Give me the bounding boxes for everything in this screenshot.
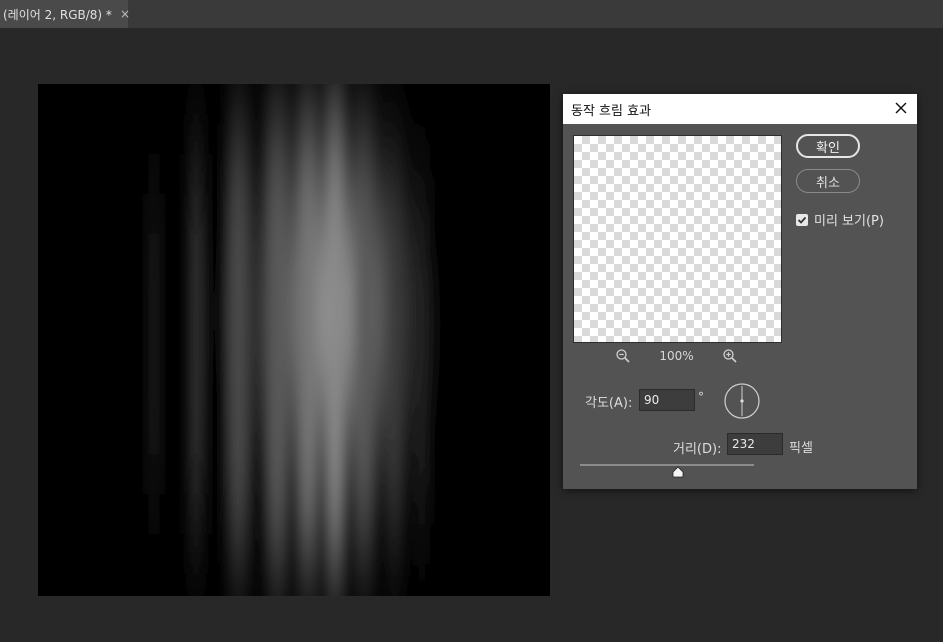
- motion-blur-dialog: 동작 흐림 효과 100% 확인 취소 미리 보기(P) 각도(A): °: [563, 94, 917, 489]
- close-icon[interactable]: [893, 100, 909, 116]
- distance-unit: 픽셀: [789, 441, 813, 456]
- preview-checkbox[interactable]: [796, 213, 808, 226]
- distance-label: 거리(D):: [673, 442, 722, 457]
- distance-slider-track[interactable]: [580, 464, 754, 466]
- preview-area[interactable]: [573, 135, 782, 343]
- angle-input[interactable]: [639, 389, 695, 411]
- angle-label: 각도(A):: [585, 396, 633, 411]
- motion-blur-image: [38, 84, 550, 596]
- slider-thumb-icon[interactable]: [672, 466, 684, 478]
- zoom-out-icon[interactable]: [615, 348, 631, 364]
- image-canvas[interactable]: [38, 84, 550, 596]
- zoom-in-icon[interactable]: [722, 348, 738, 364]
- preview-toggle[interactable]: 미리 보기(P): [796, 210, 884, 229]
- document-tab-bar: (레이어 2, RGB/8) * ×: [0, 0, 943, 28]
- distance-input[interactable]: [727, 433, 783, 455]
- document-tab-title: (레이어 2, RGB/8) *: [3, 7, 112, 22]
- cancel-button[interactable]: 취소: [796, 169, 860, 193]
- ok-button[interactable]: 확인: [796, 134, 860, 158]
- blur-streaks: [148, 104, 440, 574]
- tab-close-icon[interactable]: ×: [120, 7, 130, 21]
- angle-dial-icon[interactable]: [723, 382, 761, 420]
- zoom-level: 100%: [659, 349, 694, 363]
- document-tab[interactable]: (레이어 2, RGB/8) * ×: [0, 0, 130, 28]
- preview-label: 미리 보기(P): [814, 214, 884, 229]
- degree-unit: °: [698, 390, 704, 404]
- checkmark-icon: [797, 216, 807, 224]
- dialog-title: 동작 흐림 효과: [571, 103, 652, 119]
- dialog-title-bar[interactable]: 동작 흐림 효과: [563, 94, 917, 124]
